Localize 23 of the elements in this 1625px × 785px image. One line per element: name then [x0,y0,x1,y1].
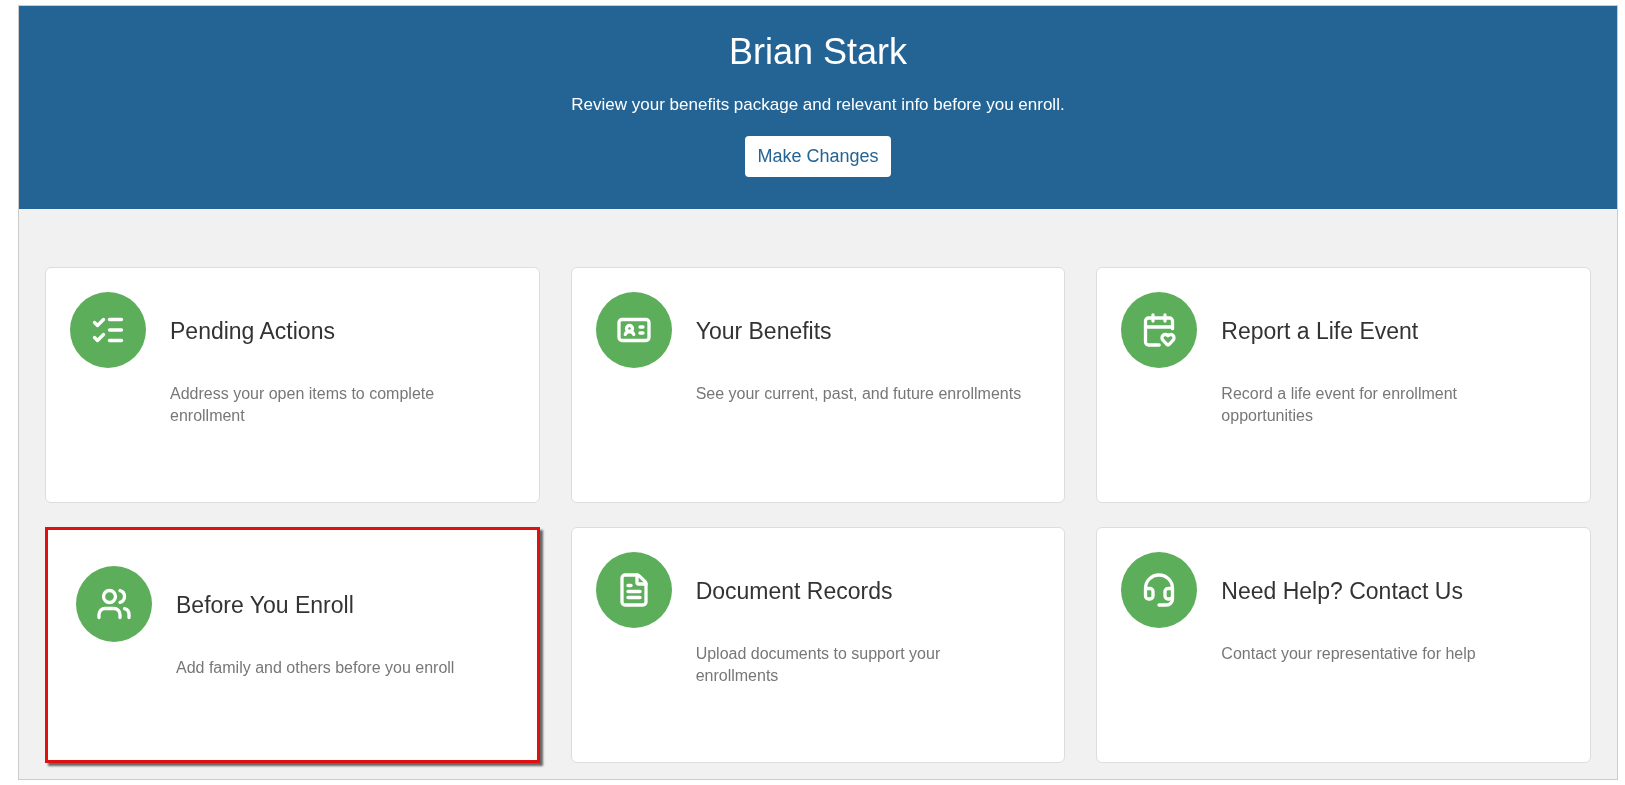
card[interactable]: Your Benefits See your current, past, and future enrollments [570,267,1066,503]
header-subtitle: Review your benefits package and relevant info before you enroll. [571,94,1065,116]
card-description: Record a life event for enrollment opportunities [1221,383,1458,426]
people-icon [96,586,132,622]
card-description: Contact your representative for help [1221,643,1476,664]
card-title: Your Benefits [695,317,833,346]
card[interactable]: Document Records Upload documents to support your enrollments [570,527,1066,763]
card-title: Report a Life Event [1221,317,1420,346]
card[interactable]: Pending Actions Address your open items to complete enrollment [45,267,540,503]
card-title: Need Help? Contact Us [1221,577,1464,606]
make-changes-button[interactable]: Make Changes [745,135,891,177]
card-description: See your current, past, and future enrollments [695,383,1022,404]
calendar-icon [1141,312,1178,348]
card[interactable]: Before You Enroll Add family and others before you enroll [45,527,540,763]
card[interactable]: Need Help? Contact Us Contact your representative for help [1096,527,1591,763]
card-title: Pending Actions [170,317,336,346]
card-description: Upload documents to support your enrollments [695,643,942,686]
card-description: Address your open items to complete enrollment [170,383,436,426]
card-description: Add family and others before you enroll [176,657,455,678]
card-title: Document Records [695,577,894,606]
header-title: Brian Stark [728,30,908,74]
card-title: Before You Enroll [176,591,355,620]
card[interactable]: Report a Life Event Record a life event for enrollment opportunities [1096,267,1591,503]
